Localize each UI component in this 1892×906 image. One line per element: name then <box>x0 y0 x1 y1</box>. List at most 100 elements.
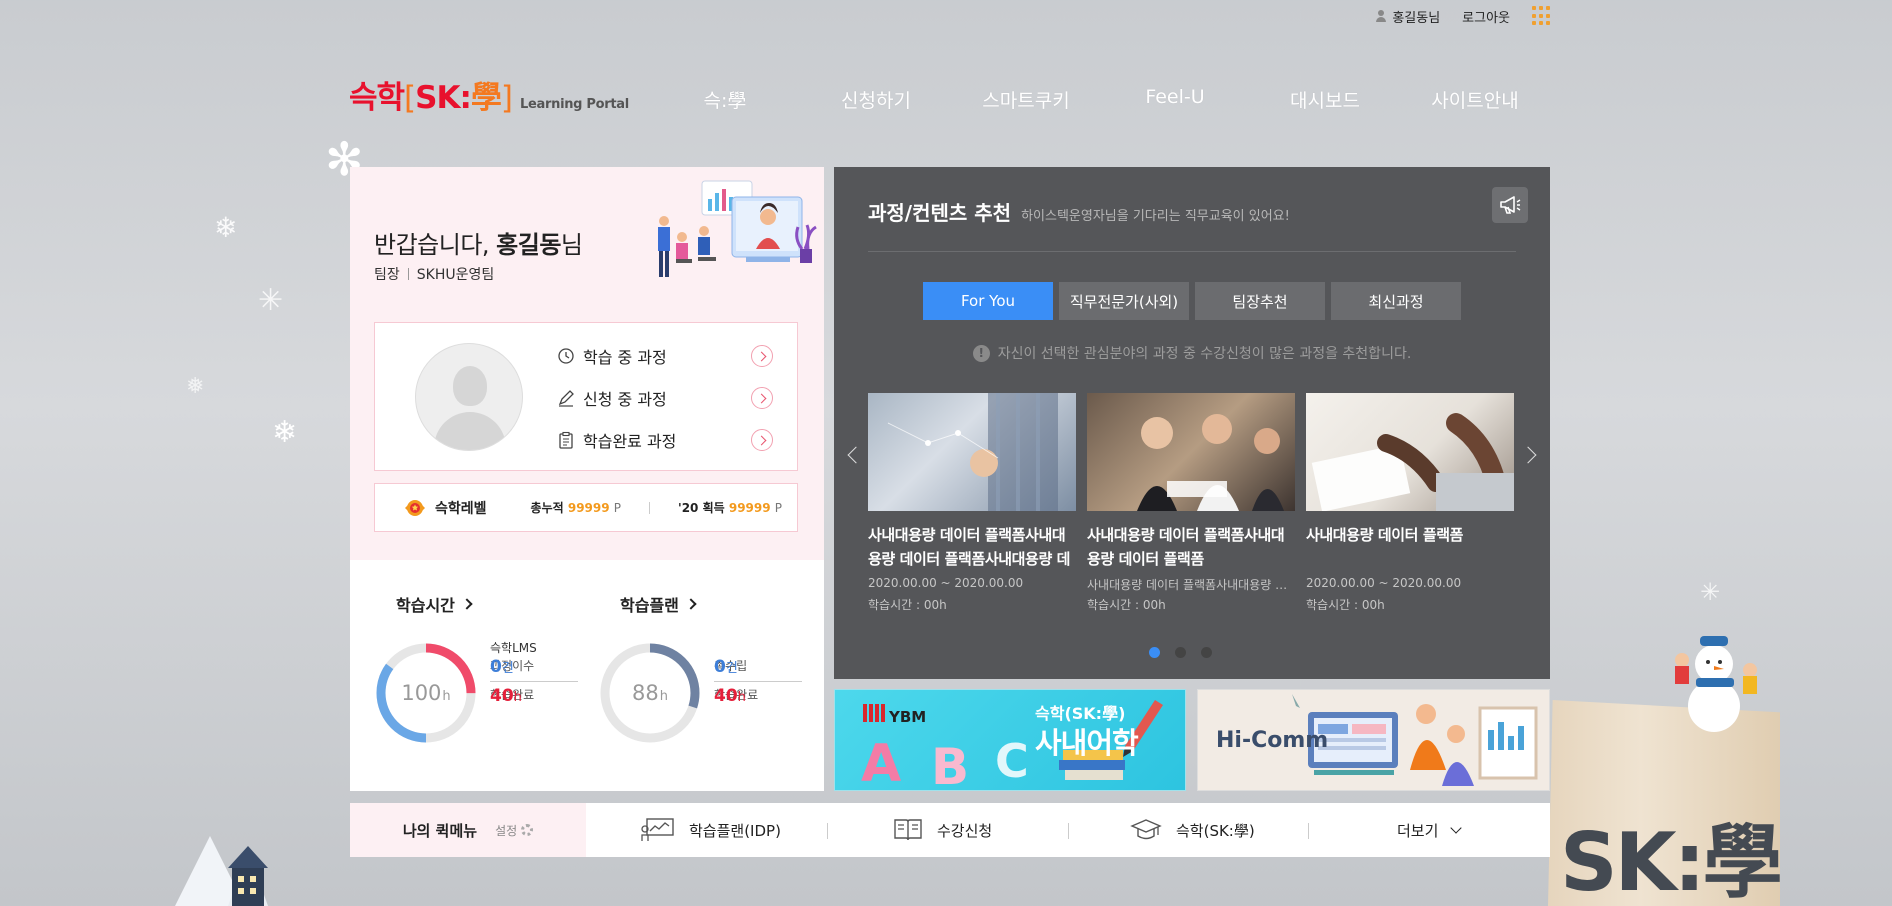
user-display-name: 홍길동 <box>496 231 561 259</box>
quick-menu-setting[interactable]: 설정 <box>495 822 534 839</box>
quick-menu-header: 나의 퀵메뉴 설정 <box>350 803 586 857</box>
carousel-next-icon[interactable] <box>1519 446 1537 464</box>
clock-icon <box>558 348 574 364</box>
snowflake-icon: ✳ <box>1700 578 1721 606</box>
pen-icon <box>558 390 574 407</box>
app-grid-icon[interactable] <box>1532 6 1552 26</box>
nav-item-sukhak[interactable]: 슥:學 <box>704 86 747 113</box>
user-name[interactable]: 홍길동님 <box>1392 7 1440 26</box>
study-done-hours: 40h 학습완료 <box>490 686 535 706</box>
hicomm-banner[interactable]: Hi-Comm <box>1197 689 1550 791</box>
level-label: 슥학레벨 <box>435 500 487 517</box>
course-desc: 사내대용량 데이터 플랙폼사내대용량 데이터 플랙폼 <box>1087 578 1295 592</box>
site-logo[interactable]: 슥학[SK:學] Learning Portal <box>349 72 629 117</box>
snowflake-icon: ❅ <box>186 374 205 399</box>
carousel-pagination <box>822 647 1538 658</box>
completed-courses-label: 학습완료 과정 <box>583 432 677 451</box>
study-plan-title[interactable]: 학습플랜 <box>620 592 697 616</box>
ybm-letter-b: B <box>931 738 970 791</box>
chevron-right-icon[interactable] <box>751 429 773 451</box>
tab-expert[interactable]: 직무전문가(사외) <box>1059 282 1189 320</box>
divider <box>490 681 578 682</box>
recommend-notice: ! 자신이 선택한 관심분야의 과정 중 수강신청이 많은 과정을 추천합니다. <box>834 343 1550 363</box>
snowflake-icon: ❄ <box>214 211 238 244</box>
study-source: 슥학LMS <box>490 641 537 655</box>
nav-item-smart-cookie[interactable]: 스마트쿠키 <box>982 86 1069 113</box>
chevron-right-icon[interactable] <box>751 387 773 409</box>
pagination-dot[interactable] <box>1148 647 1160 658</box>
nav-item-site-guide[interactable]: 사이트안내 <box>1431 86 1518 113</box>
applying-courses-link[interactable]: 신청 중 과정 <box>557 385 773 411</box>
course-card[interactable]: 사내대용량 데이터 플랙폼 2020.00.00 ~ 2020.00.00 학습… <box>1306 393 1514 613</box>
logout-link[interactable]: 로그아웃 <box>1462 7 1510 26</box>
course-time: 학습시간 : 00h <box>1087 598 1166 612</box>
recommend-title: 과정/컨텐츠 추천 하이스텍운영자님을 기다리는 직무교육이 있어요! <box>868 201 1290 225</box>
info-icon: ! <box>972 344 990 362</box>
carousel-prev-icon[interactable] <box>847 446 865 464</box>
ybm-banner[interactable]: YBM 슥학(SK:學) 사내어학 A B C <box>834 689 1186 791</box>
recommend-tabs: For You 직무전문가(사외) 팀장추천 최신과정 <box>923 282 1461 320</box>
course-thumbnail[interactable] <box>868 393 1076 511</box>
ybm-letter-c: C <box>995 734 1029 788</box>
utility-bar: 홍길동님 로그아웃 <box>1375 6 1552 26</box>
quick-item-label[interactable]: 슥학(SK:學) <box>1176 820 1255 841</box>
pagination-dot[interactable] <box>1174 647 1186 658</box>
study-course-count: 0건 과정이수 <box>490 657 535 677</box>
plan-done-hours: 40h 학습완료 <box>714 686 759 706</box>
in-progress-courses-label: 학습 중 과정 <box>583 348 667 367</box>
quick-item-study-plan[interactable]: 학습플랜(IDP) <box>641 803 781 857</box>
clipboard-icon <box>559 431 573 449</box>
quick-item-enroll[interactable]: 수강신청 <box>893 803 992 857</box>
tab-for-you[interactable]: For You <box>923 282 1053 320</box>
course-thumbnail[interactable] <box>1306 393 1514 511</box>
study-plan-total: 88 h <box>632 681 668 705</box>
chart-board-icon <box>641 818 674 841</box>
nav-item-feel-u[interactable]: Feel-U <box>1145 86 1204 108</box>
study-time-title[interactable]: 학습시간 <box>396 592 473 616</box>
megaphone-icon <box>1500 196 1521 214</box>
chevron-right-icon <box>685 598 697 610</box>
course-title[interactable]: 사내대용량 데이터 플랙폼 <box>1306 523 1514 571</box>
recommend-desc: 하이스텍운영자님을 기다리는 직무교육이 있어요! <box>1021 209 1290 224</box>
quick-menu: 나의 퀵메뉴 설정 학습플랜(IDP) 수강신청 슥학(SK:學) 더보기 <box>350 803 1550 857</box>
course-title[interactable]: 사내대용량 데이터 플랙폼사내대용량 데이터 플랙폼사내대용량 데이터 플랙폼 <box>868 523 1076 571</box>
course-card[interactable]: 사내대용량 데이터 플랙폼사내대용량 데이터 플랙폼사내대용량 데이터 플랙폼 … <box>868 393 1076 613</box>
pagination-dot[interactable] <box>1200 647 1212 658</box>
course-time: 학습시간 : 00h <box>868 598 947 612</box>
chevron-down-icon <box>1450 822 1463 834</box>
course-title[interactable]: 사내대용량 데이터 플랙폼사내대용량 데이터 플랙폼 <box>1087 523 1295 571</box>
quick-more-button[interactable]: 더보기 <box>1397 803 1463 857</box>
megaphone-button[interactable] <box>1492 187 1528 223</box>
book-icon <box>894 819 922 841</box>
study-time-total: 100 h <box>401 681 451 705</box>
course-card[interactable]: 사내대용량 데이터 플랙폼사내대용량 데이터 플랙폼 사내대용량 데이터 플랙폼… <box>1087 393 1295 613</box>
course-time: 학습시간 : 00h <box>1306 598 1385 612</box>
gear-icon <box>521 824 534 836</box>
in-progress-courses-link[interactable]: 학습 중 과정 <box>557 343 773 369</box>
tab-latest[interactable]: 최신과정 <box>1331 282 1461 320</box>
divider <box>1068 823 1069 839</box>
plan-count: 0건 총수립 <box>714 657 748 677</box>
course-thumbnail[interactable] <box>1087 393 1295 511</box>
nav-item-dashboard[interactable]: 대시보드 <box>1290 86 1360 113</box>
completed-courses-link[interactable]: 학습완료 과정 <box>557 427 773 453</box>
course-period: 2020.00.00 ~ 2020.00.00 <box>1306 576 1462 590</box>
house-illustration <box>175 836 268 906</box>
divider <box>1308 823 1309 839</box>
quick-item-sukhak[interactable]: 슥학(SK:學) <box>1130 803 1255 857</box>
level-bar: 슥학레벨 총누적 99999 P '20 획득 99999 P <box>374 483 798 532</box>
user-team: SKHU운영팀 <box>416 267 495 283</box>
total-points: 총누적 99999 P <box>530 501 622 515</box>
quick-item-label[interactable]: 수강신청 <box>937 820 992 841</box>
tab-leader-pick[interactable]: 팀장추천 <box>1195 282 1325 320</box>
nav-item-apply[interactable]: 신청하기 <box>841 86 911 113</box>
user-meta: 팀장 SKHU운영팀 <box>374 264 494 284</box>
quick-item-label[interactable]: 학습플랜(IDP) <box>689 820 781 841</box>
user-link[interactable]: 홍길동님 <box>1375 7 1440 26</box>
chevron-right-icon[interactable] <box>751 345 773 367</box>
applying-courses-label: 신청 중 과정 <box>583 390 667 409</box>
course-period: 2020.00.00 ~ 2020.00.00 <box>868 576 1024 590</box>
medal-icon <box>405 499 425 516</box>
study-plan-donut: 88 h <box>598 641 702 745</box>
graduation-cap-icon <box>1130 819 1162 840</box>
